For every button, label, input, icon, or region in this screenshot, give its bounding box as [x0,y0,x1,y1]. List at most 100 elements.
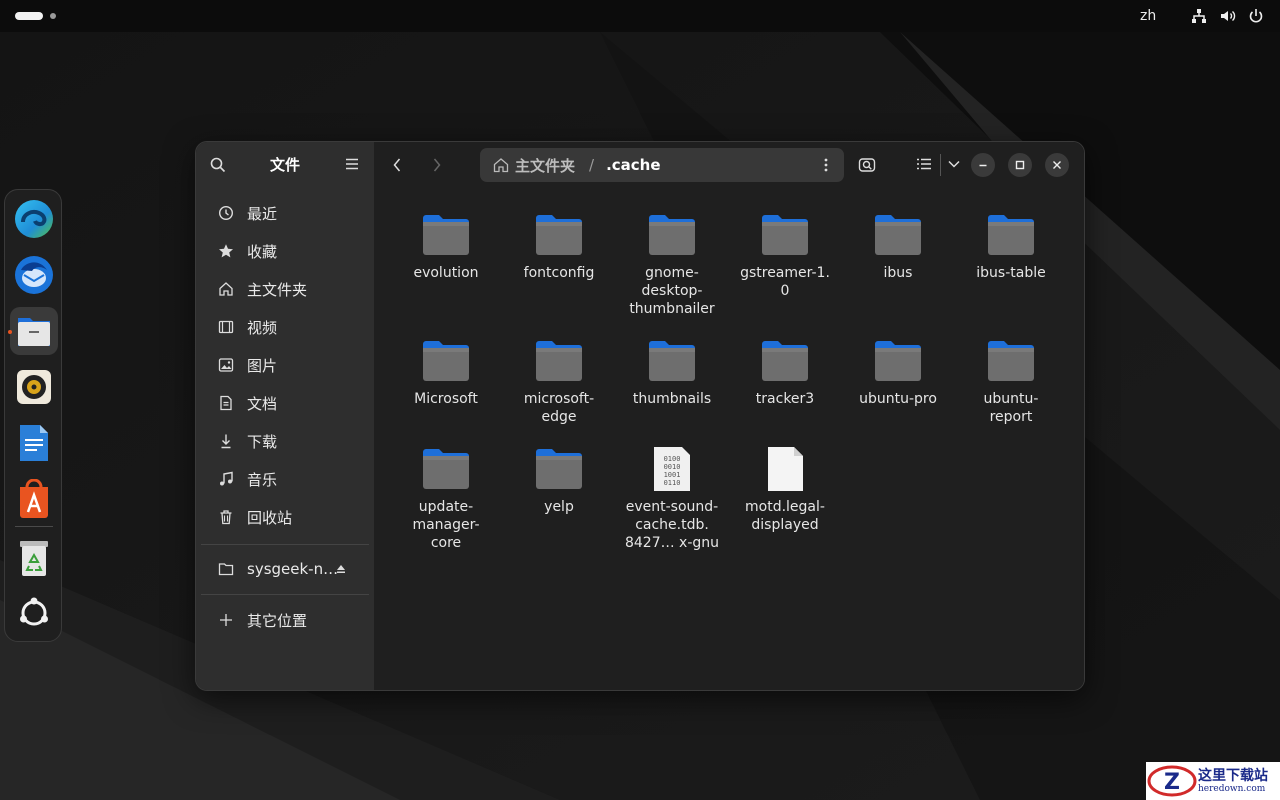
hamburger-menu-icon[interactable] [346,158,358,170]
folder-item[interactable]: fontconfig [506,212,612,282]
sidebar-item-home[interactable]: 主文件夹 [204,270,366,308]
folder-icon [649,215,695,255]
folder-item[interactable]: evolution [393,212,499,282]
dock [4,189,62,642]
svg-text:0100: 0100 [664,455,681,463]
workspace-indicator[interactable] [50,13,56,19]
sidebar-item-other-locations[interactable]: 其它位置 [204,601,366,639]
plus-icon [216,612,236,628]
sidebar-item-pictures[interactable]: 图片 [204,346,366,384]
writer-icon[interactable] [10,419,58,467]
folder-icon [762,215,808,255]
sidebar-item-starred[interactable]: 收藏 [204,232,366,270]
folder-icon [536,449,582,489]
sidebar-item-label: 其它位置 [247,611,308,630]
star-icon [216,243,236,259]
file-manager-window: 文件 最近 收藏 主文件夹 视频 图片 文档 下载 音乐 回收站 sysgeek… [195,141,1085,691]
svg-text:Z: Z [1164,770,1180,795]
volume-icon[interactable] [1219,7,1237,25]
folder-item[interactable]: ibus [845,212,951,282]
power-icon[interactable] [1247,7,1265,25]
sidebar-item-drive[interactable]: sysgeek-n… [204,550,366,588]
sidebar-item-label: 回收站 [247,508,293,527]
folder-item[interactable]: microsoft-edge [506,338,612,426]
file-name: ubuntu-pro [859,391,937,407]
sidebar-header: 文件 [196,142,374,188]
main-view: 主文件夹 / .cache evolution fontconfig gnome-d… [374,142,1084,690]
edge-icon[interactable] [10,195,58,243]
home-icon [216,281,236,297]
folder-item[interactable]: yelp [506,446,612,516]
folder-icon [423,341,469,381]
folder-icon [536,341,582,381]
file-name: Microsoft [414,391,478,407]
file-name: update-manager-core [412,499,480,551]
folder-item[interactable]: ubuntu-report [958,338,1064,426]
watermark-subtitle: heredown.com [1198,784,1266,794]
folder-item[interactable]: ubuntu-pro [845,338,951,408]
trash-icon[interactable] [10,534,58,582]
sidebar-item-recent[interactable]: 最近 [204,194,366,232]
network-icon[interactable] [1190,7,1208,25]
sidebar-item-music[interactable]: 音乐 [204,460,366,498]
sidebar-item-downloads[interactable]: 下载 [204,422,366,460]
file-name: fontconfig [523,265,595,281]
top-bar: zh [0,0,1280,32]
workspace-indicator-active[interactable] [15,12,43,20]
sidebar-places: 最近 收藏 主文件夹 视频 图片 文档 下载 音乐 回收站 sysgeek-n…… [201,194,369,639]
sidebar-item-label: 下载 [247,432,278,451]
eject-icon[interactable] [336,564,346,574]
folder-icon [762,341,808,381]
dock-separator [15,526,53,527]
trash-icon [216,509,236,525]
sidebar-item-documents[interactable]: 文档 [204,384,366,422]
sidebar-item-label: 音乐 [247,470,278,489]
sidebar-item-label: sysgeek-n… [247,560,339,578]
document-icon [216,395,236,411]
folder-item[interactable]: gstreamer-1. 0 [732,212,838,300]
file-grid: evolution fontconfig gnome-desktop-thumbna… [374,142,1084,690]
video-icon [216,319,236,335]
folder-icon [649,341,695,381]
folder-item[interactable]: tracker3 [732,338,838,408]
watermark-icon: Z [1147,765,1197,797]
sidebar-item-label: 文档 [247,394,278,413]
folder-item[interactable]: ibus-table [958,212,1064,282]
text-file-icon [768,447,803,491]
rhythmbox-icon[interactable] [10,363,58,411]
folder-item[interactable]: thumbnails [619,338,725,408]
file-name: motd.legal-displayed [745,499,825,533]
sidebar-item-label: 视频 [247,318,278,337]
folder-item[interactable]: Microsoft [393,338,499,408]
show-apps-icon[interactable] [10,589,58,637]
sidebar-item-trash[interactable]: 回收站 [204,498,366,536]
folder-item[interactable]: gnome-desktop-thumbnailer [619,212,725,318]
file-name: event-sound-cache.tdb. 8427… x-gnu [624,499,720,551]
folder-icon [988,341,1034,381]
folder-icon [988,215,1034,255]
file-item[interactable]: motd.legal-displayed [732,446,838,534]
file-name: ibus [883,265,913,281]
folder-item[interactable]: update-manager-core [393,446,499,552]
file-name: ubuntu-report [983,391,1039,425]
files-icon[interactable] [10,307,58,355]
sidebar-item-label: 收藏 [247,242,278,261]
app-center-icon[interactable] [10,475,58,523]
svg-text:0110: 0110 [664,479,681,487]
input-method-indicator[interactable]: zh [1140,0,1156,32]
file-name: yelp [544,499,574,515]
file-name: tracker3 [755,391,815,407]
file-name: ibus-table [976,265,1046,281]
file-name: evolution [413,265,479,281]
file-item[interactable]: 0100 0010 1001 0110 event-sound-cache.tdb. 84… [619,446,725,552]
recent-icon [216,205,236,221]
running-indicator [8,330,12,334]
sidebar-item-videos[interactable]: 视频 [204,308,366,346]
file-name: gnome-desktop-thumbnailer [629,265,715,317]
watermark-logo: Z 这里下载站 heredown.com [1146,762,1280,800]
file-name: microsoft-edge [523,391,595,425]
thunderbird-icon[interactable] [10,251,58,299]
file-name: thumbnails [632,391,712,407]
folder-icon [423,215,469,255]
svg-text:0010: 0010 [664,463,681,471]
